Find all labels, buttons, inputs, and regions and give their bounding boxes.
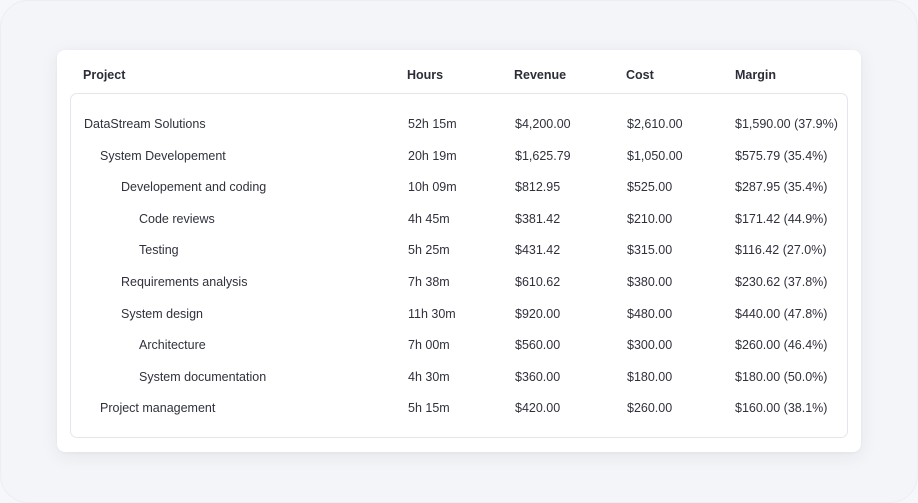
- header-project[interactable]: Project: [83, 68, 125, 82]
- hours-cell: 10h 09m: [408, 180, 457, 195]
- margin-cell: $440.00 (47.8%): [735, 306, 828, 321]
- cost-cell: $2,610.00: [627, 117, 683, 131]
- revenue-cell: $4,200.00: [515, 117, 571, 131]
- margin-cell: $160.00 (38.1%): [735, 401, 828, 416]
- project-name-cell: DataStream Solutions: [84, 117, 206, 131]
- project-name-cell: Developement and coding: [121, 180, 267, 195]
- table-row[interactable]: System Developement 20h 19m $1,625.79 $1,05…: [71, 145, 847, 169]
- hours-cell: 4h 30m: [408, 369, 450, 384]
- cost-cell: $525.00: [627, 180, 673, 195]
- table-row[interactable]: Architecture 7h 00m $560.00 $300.00 $260.00 …: [71, 334, 847, 358]
- cost-cell: $480.00: [627, 306, 673, 321]
- header-cost[interactable]: Cost: [626, 68, 654, 82]
- cost-cell: $380.00: [627, 275, 673, 289]
- header-margin[interactable]: Margin: [735, 68, 776, 82]
- revenue-cell: $360.00: [515, 369, 561, 384]
- header-hours[interactable]: Hours: [407, 68, 443, 82]
- table-row[interactable]: DataStream Solutions 52h 15m $4,200.00 $2,6…: [71, 113, 847, 137]
- revenue-cell: $560.00: [515, 338, 561, 353]
- table-header: Project Hours Revenue Cost Margin: [57, 50, 861, 94]
- project-name-cell: System Developement: [100, 148, 226, 163]
- hours-cell: 52h 15m: [408, 117, 457, 131]
- margin-cell: $575.79 (35.4%): [735, 148, 828, 163]
- cost-cell: $315.00: [627, 243, 673, 258]
- revenue-cell: $920.00: [515, 306, 561, 321]
- margin-cell: $171.42 (44.9%): [735, 211, 828, 226]
- project-name-cell: Testing: [139, 243, 179, 258]
- cost-cell: $260.00: [627, 401, 673, 416]
- table-row[interactable]: Project management 5h 15m $420.00 $260.00 $1…: [71, 397, 847, 421]
- cost-cell: $210.00: [627, 211, 673, 226]
- revenue-cell: $812.95: [515, 180, 561, 195]
- table-row[interactable]: Requirements analysis 7h 38m $610.62 $380.0…: [71, 271, 847, 295]
- project-table-card: Project Hours Revenue Cost Margin DataSt…: [57, 50, 861, 452]
- project-name-cell: System design: [121, 306, 203, 321]
- revenue-cell: $381.42: [515, 211, 561, 226]
- cost-cell: $1,050.00: [627, 148, 683, 163]
- hours-cell: 5h 15m: [408, 401, 450, 416]
- table-row[interactable]: Testing 5h 25m $431.42 $315.00 $116.42 (27.0…: [71, 239, 847, 263]
- margin-cell: $116.42 (27.0%): [735, 243, 827, 258]
- project-name-cell: Architecture: [139, 338, 206, 353]
- table-row[interactable]: Developement and coding 10h 09m $812.95 $52…: [71, 176, 847, 200]
- table-row[interactable]: System documentation 4h 30m $360.00 $180.00…: [71, 366, 847, 390]
- revenue-cell: $610.62: [515, 275, 561, 289]
- hours-cell: 4h 45m: [408, 211, 450, 226]
- header-revenue[interactable]: Revenue: [514, 68, 566, 82]
- margin-cell: $287.95 (35.4%): [735, 180, 828, 195]
- margin-cell: $180.00 (50.0%): [735, 369, 828, 384]
- margin-cell: $230.62 (37.8%): [735, 275, 828, 289]
- revenue-cell: $420.00: [515, 401, 561, 416]
- margin-cell: $260.00 (46.4%): [735, 338, 828, 353]
- hours-cell: 20h 19m: [408, 148, 457, 163]
- revenue-cell: $1,625.79: [515, 148, 571, 163]
- table-row[interactable]: Code reviews 4h 45m $381.42 $210.00 $171.42 …: [71, 208, 847, 232]
- project-name-cell: Code reviews: [139, 211, 215, 226]
- cost-cell: $300.00: [627, 338, 673, 353]
- hours-cell: 7h 00m: [408, 338, 450, 353]
- hours-cell: 11h 30m: [408, 306, 456, 321]
- table-row[interactable]: System design 11h 30m $920.00 $480.00 $440.0…: [71, 303, 847, 327]
- revenue-cell: $431.42: [515, 243, 561, 258]
- project-name-cell: Requirements analysis: [121, 275, 248, 289]
- project-name-cell: Project management: [100, 401, 216, 416]
- hours-cell: 5h 25m: [408, 243, 450, 258]
- hours-cell: 7h 38m: [408, 275, 450, 289]
- table-body: DataStream Solutions 52h 15m $4,200.00 $2,6…: [70, 93, 848, 438]
- cost-cell: $180.00: [627, 369, 673, 384]
- margin-cell: $1,590.00 (37.9%): [735, 117, 838, 131]
- project-name-cell: System documentation: [139, 369, 267, 384]
